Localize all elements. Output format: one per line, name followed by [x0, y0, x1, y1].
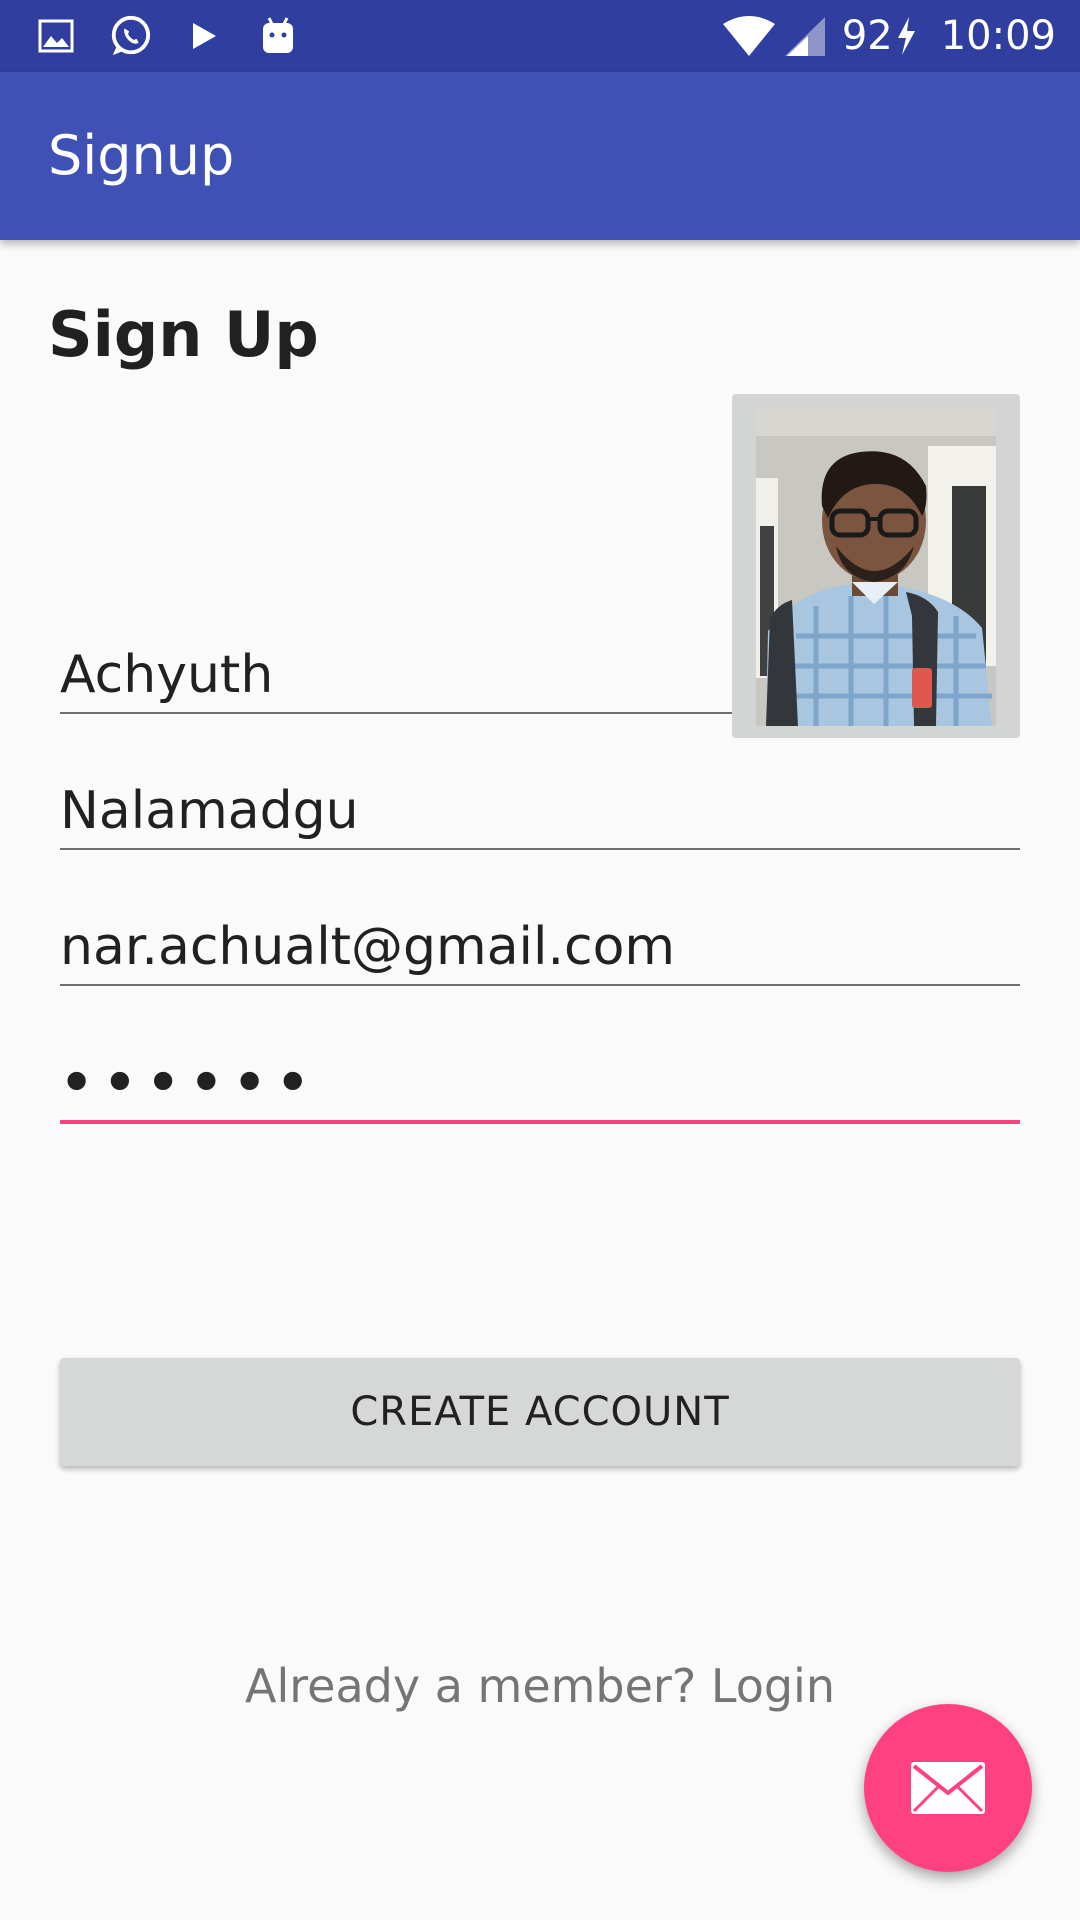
battery-level: 92: [841, 13, 893, 59]
first-name-value: Achyuth: [60, 645, 274, 705]
android-icon: [256, 14, 300, 58]
cell-signal-icon: [784, 16, 826, 56]
gallery-icon: [34, 14, 78, 58]
mail-fab-button[interactable]: [864, 1704, 1032, 1872]
status-notification-icons: [34, 14, 330, 58]
clock: 10:09: [940, 13, 1056, 59]
wifi-icon: [722, 16, 776, 56]
profile-photo: [756, 406, 996, 726]
password-field[interactable]: ••••••: [60, 1046, 1020, 1124]
play-store-icon: [182, 14, 226, 58]
app-title: Signup: [48, 124, 235, 187]
charging-icon: [895, 16, 917, 56]
email-field[interactable]: nar.achualt@gmail.com: [60, 910, 1020, 986]
last-name-value: Nalamadgu: [60, 781, 359, 841]
mail-icon: [910, 1761, 986, 1815]
first-name-field[interactable]: Achyuth: [60, 638, 732, 714]
whatsapp-icon: [108, 14, 152, 58]
email-value: nar.achualt@gmail.com: [60, 917, 676, 977]
app-bar: Signup: [0, 72, 1080, 240]
status-bar: 92 10:09: [0, 0, 1080, 72]
password-value: ••••••: [60, 1053, 320, 1113]
login-link[interactable]: Already a member? Login: [0, 1656, 1080, 1716]
status-system-icons: 92 10:09: [722, 12, 1056, 60]
page-title: Sign Up: [48, 298, 319, 371]
create-account-button[interactable]: CREATE ACCOUNT: [60, 1358, 1020, 1466]
last-name-field[interactable]: Nalamadgu: [60, 774, 1020, 850]
profile-photo-picker[interactable]: [732, 394, 1020, 738]
